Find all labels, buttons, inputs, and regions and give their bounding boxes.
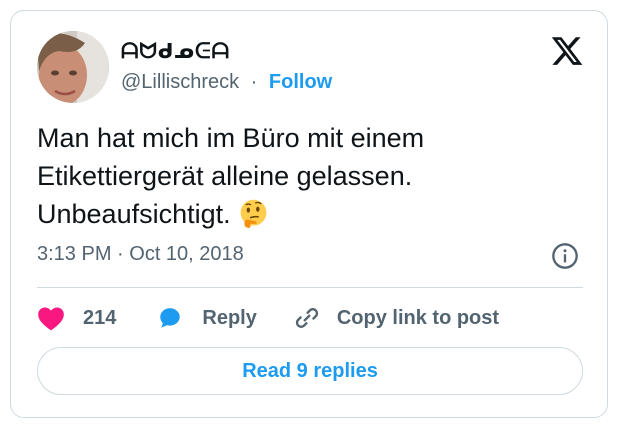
x-logo-icon[interactable] (550, 34, 584, 68)
tweet-card: ᗩᗢᑯᓄᕮᗩ @Lillischreck · Follow Man hat mi… (10, 10, 608, 418)
heart-icon (38, 307, 64, 331)
copy-link-button[interactable]: Copy link to post (293, 304, 499, 332)
reply-label: Reply (202, 306, 257, 329)
follow-link[interactable]: Follow (269, 71, 332, 93)
tweet-text: Man hat mich im Büro mit einem Etikettie… (37, 119, 597, 233)
avatar[interactable] (37, 31, 109, 103)
read-replies-button[interactable]: Read 9 replies (37, 347, 583, 395)
copy-link-label: Copy link to post (336, 306, 500, 329)
tweet-text-fragment: Unbeaufsichtigt. (37, 199, 231, 229)
info-icon[interactable] (551, 242, 579, 270)
separator-dot: · (250, 71, 258, 93)
reply-button[interactable]: Reply (156, 305, 257, 331)
avatar-photo (37, 31, 109, 103)
reply-bubble-icon (160, 308, 181, 328)
tweet-timestamp[interactable]: 3:13 PM · Oct 10, 2018 (37, 243, 244, 266)
author-display-name[interactable]: ᗩᗢᑯᓄᕮᗩ (121, 39, 230, 64)
tweet-text-line: Unbeaufsichtigt. (37, 195, 597, 233)
tweet-text-line: Etikettiergerät alleine gelassen. (37, 161, 413, 191)
tweet-text-line: Man hat mich im Büro mit einem (37, 123, 425, 153)
divider (37, 287, 583, 288)
author-handle-row: @Lillischreck · Follow (121, 71, 332, 94)
link-icon (295, 308, 318, 328)
thinking-face-icon (240, 199, 267, 229)
like-count: 214 (83, 306, 117, 329)
action-bar: 214 Reply Copy link to post (37, 303, 499, 333)
author-handle[interactable]: @Lillischreck (121, 71, 239, 93)
like-button[interactable]: 214 (37, 305, 116, 331)
